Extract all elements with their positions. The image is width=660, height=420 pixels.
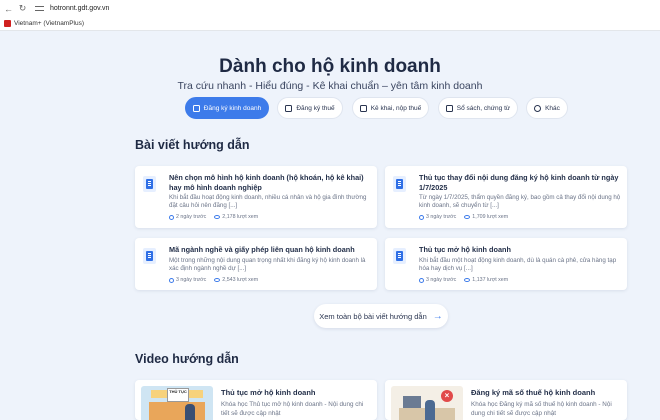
article-title[interactable]: Thủ tục mở hộ kinh doanh — [419, 245, 621, 255]
video-thumbnail[interactable]: THỦ TỤC — [141, 386, 213, 420]
video-title[interactable]: Thủ tục mở hộ kinh doanh — [221, 388, 316, 397]
thumbnail-shop — [149, 402, 205, 420]
video-thumbnail[interactable]: × — [391, 386, 463, 420]
thumbnail-sign: THỦ TỤC — [167, 388, 189, 402]
article-title[interactable]: Thủ tục thay đổi nội dung đăng ký hộ kin… — [419, 173, 621, 193]
article-card[interactable]: Mã ngành nghề và giấy phép liên quan hộ … — [135, 238, 377, 290]
bookmarks-bar: Vietnam+ (VietnamPlus) — [0, 17, 660, 31]
tab-so-sach-chung-tu[interactable]: Sổ sách, chứng từ — [438, 97, 518, 119]
article-meta: 2 ngày trước 2,178 lượt xem — [169, 214, 258, 220]
article-views: 1,709 lượt xem — [472, 214, 509, 220]
video-card[interactable]: × Đăng ký mã số thuế hộ kinh doanh Khóa … — [385, 380, 627, 420]
article-title[interactable]: Mã ngành nghề và giấy phép liên quan hộ … — [169, 245, 371, 255]
tab-dang-ky-kinh-doanh[interactable]: Đăng ký kinh doanh — [185, 97, 269, 119]
thumbnail-person — [425, 400, 435, 420]
eye-icon — [464, 215, 471, 219]
url-text[interactable]: hotronnt.gdt.gov.vn — [50, 5, 109, 12]
document-icon — [192, 104, 200, 112]
arrow-right-icon: → — [432, 310, 443, 322]
document-icon — [143, 248, 156, 264]
videos-section-title: Video hướng dẫn — [135, 352, 239, 366]
article-title[interactable]: Nên chọn mô hình hộ kinh doanh (hộ khoán… — [169, 173, 371, 193]
bookmark-label: Vietnam+ (VietnamPlus) — [14, 20, 85, 27]
close-icon: × — [441, 390, 453, 402]
thumbnail-person — [185, 404, 195, 420]
article-time: 2 ngày trước — [176, 214, 207, 220]
view-all-guides-label: Xem toàn bộ bài viết hướng dẫn — [319, 311, 427, 321]
site-settings-icon[interactable] — [35, 4, 44, 13]
video-title[interactable]: Đăng ký mã số thuế hộ kinh doanh — [471, 388, 595, 397]
tab-label: Sổ sách, chứng từ — [456, 104, 511, 112]
building-icon — [359, 104, 367, 112]
bookmark-favicon-icon — [4, 20, 11, 27]
article-card[interactable]: Thủ tục mở hộ kinh doanh Khi bắt đầu một… — [385, 238, 627, 290]
eye-icon — [214, 278, 221, 282]
video-card[interactable]: THỦ TỤC Thủ tục mở hộ kinh doanh Khóa họ… — [135, 380, 377, 420]
article-views: 2,178 lượt xem — [222, 214, 259, 220]
category-tabs: Đăng ký kinh doanh Đăng ký thuế Kê khai,… — [0, 97, 660, 119]
more-icon — [534, 104, 542, 112]
article-excerpt: Khi bắt đầu một hoạt động kinh doanh, dù… — [419, 257, 617, 273]
eye-icon — [214, 215, 221, 219]
clock-icon — [169, 214, 174, 220]
article-meta: 3 ngày trước 1,709 lượt xem — [419, 214, 508, 220]
page-subtitle: Tra cứu nhanh - Hiểu đúng - Kê khai chuẩ… — [177, 80, 483, 92]
article-card[interactable]: Nên chọn mô hình hộ kinh doanh (hộ khoán… — [135, 166, 377, 228]
article-card[interactable]: Thủ tục thay đổi nội dung đăng ký hộ kin… — [385, 166, 627, 228]
video-desc: Khóa học Thủ tục mở hộ kinh doanh - Nội … — [221, 401, 364, 417]
clock-icon — [419, 214, 424, 220]
article-views: 2,543 lượt xem — [222, 277, 259, 283]
article-meta: 3 ngày trước 1,137 lượt xem — [419, 277, 508, 283]
back-icon[interactable]: ← — [3, 4, 14, 14]
guides-section-title: Bài viết hướng dẫn — [135, 138, 250, 152]
reload-icon[interactable]: ↻ — [17, 3, 28, 14]
article-excerpt: Một trong những nội dung quan trọng nhất… — [169, 257, 366, 273]
thumbnail-screen — [403, 396, 421, 408]
article-excerpt: Khi bắt đầu hoạt động kinh doanh, nhiều … — [169, 194, 367, 210]
tab-dang-ky-thue[interactable]: Đăng ký thuế — [277, 97, 343, 119]
eye-icon — [464, 278, 471, 282]
tab-khac[interactable]: Khác — [526, 97, 568, 119]
article-time: 3 ngày trước — [176, 277, 207, 283]
address-bar: ← ↻ hotronnt.gdt.gov.vn — [0, 0, 660, 17]
clock-icon — [419, 277, 424, 283]
tab-label: Kê khai, nộp thuế — [370, 104, 422, 112]
document-icon — [393, 248, 406, 264]
page-title: Dành cho hộ kinh doanh — [219, 56, 441, 77]
ledger-icon — [445, 104, 453, 112]
document-icon — [143, 176, 156, 192]
article-time: 3 ngày trước — [426, 277, 457, 283]
tab-ke-khai-nop-thue[interactable]: Kê khai, nộp thuế — [352, 97, 429, 119]
receipt-icon — [285, 104, 293, 112]
article-views: 1,137 lượt xem — [472, 277, 509, 283]
tab-label: Đăng ký thuế — [296, 104, 335, 112]
view-all-guides-button[interactable]: Xem toàn bộ bài viết hướng dẫn → — [314, 304, 448, 328]
tab-label: Đăng ký kinh doanh — [203, 104, 262, 112]
article-excerpt: Từ ngày 1/7/2025, thẩm quyền đăng ký, ba… — [419, 194, 621, 210]
tab-label: Khác — [545, 104, 560, 112]
clock-icon — [169, 277, 174, 283]
bookmark-item[interactable]: Vietnam+ (VietnamPlus) — [4, 20, 84, 27]
video-desc: Khóa học Đăng ký mã số thuế hộ kinh doan… — [471, 401, 612, 417]
document-icon — [393, 176, 406, 192]
article-meta: 3 ngày trước 2,543 lượt xem — [169, 277, 258, 283]
article-time: 3 ngày trước — [426, 214, 457, 220]
